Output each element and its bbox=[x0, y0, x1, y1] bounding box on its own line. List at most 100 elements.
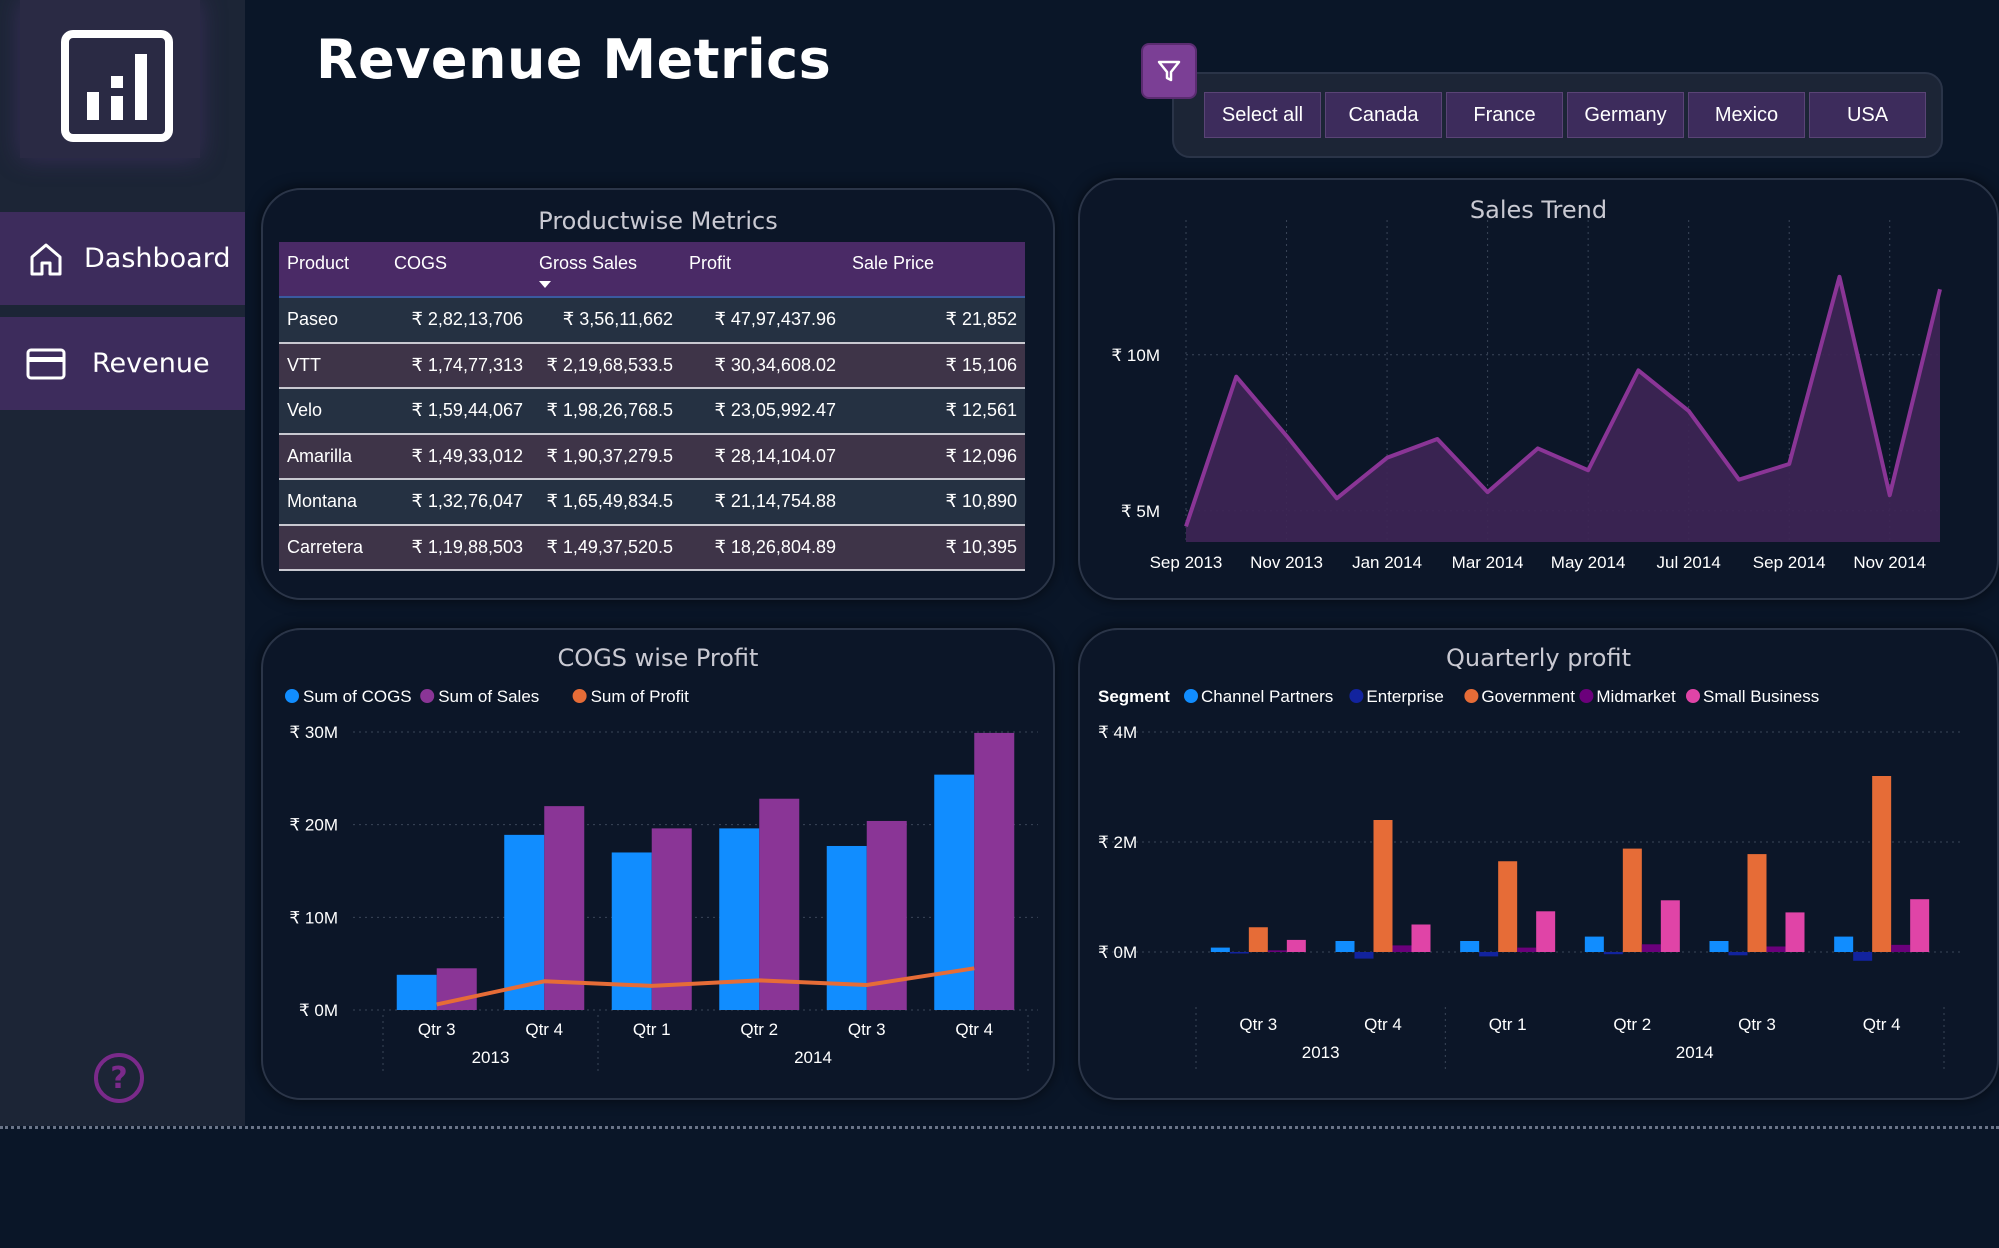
bar bbox=[1785, 912, 1805, 952]
table-cell: ₹ 1,19,88,503 bbox=[386, 524, 531, 571]
table-cell: ₹ 1,74,77,313 bbox=[386, 342, 531, 389]
legend-marker bbox=[1349, 689, 1364, 703]
bar bbox=[1853, 952, 1873, 961]
x-tick-label: Nov 2014 bbox=[1853, 553, 1926, 572]
legend-label: Enterprise bbox=[1366, 687, 1443, 706]
group-label: 2014 bbox=[1676, 1043, 1714, 1062]
y-tick-label: ₹ 20M bbox=[289, 816, 338, 835]
y-tick-label: ₹ 0M bbox=[1098, 943, 1137, 962]
table-cell: Amarilla bbox=[279, 433, 386, 480]
home-icon bbox=[26, 239, 66, 279]
table-row: Velo ₹ 1,59,44,067 ₹ 1,98,26,768.5 ₹ 23,… bbox=[279, 388, 1025, 435]
productwise-metrics-table: Product COGS Gross Sales Profit Sale Pri… bbox=[279, 242, 1025, 571]
bar bbox=[1354, 952, 1374, 959]
page-bottom-divider bbox=[0, 1126, 1999, 1129]
table-cell: ₹ 28,14,104.07 bbox=[681, 433, 844, 480]
bar bbox=[1747, 854, 1767, 952]
bar bbox=[1479, 952, 1499, 957]
column-header-sale-price[interactable]: Sale Price bbox=[844, 242, 1025, 298]
productwise-metrics-title: Productwise Metrics bbox=[538, 207, 778, 235]
bar bbox=[1335, 941, 1355, 952]
x-tick-label: Qtr 1 bbox=[633, 1020, 671, 1039]
y-tick-label: ₹ 10M bbox=[1111, 346, 1160, 365]
cogs-wise-profit-chart: Sum of COGS Sum of Sales Sum of Profit ₹ 0M… bbox=[285, 687, 1038, 1072]
x-tick-label: Qtr 3 bbox=[418, 1020, 456, 1039]
table-cell: ₹ 1,49,33,012 bbox=[386, 433, 531, 480]
column-header-gross-sales[interactable]: Gross Sales bbox=[531, 242, 681, 298]
table-cell: ₹ 30,34,608.02 bbox=[681, 342, 844, 389]
bar bbox=[974, 732, 1015, 1010]
bar bbox=[1603, 952, 1623, 955]
sales-trend-card: Sales Trend Sep 2013 Nov 2013 Jan 2014 Mar … bbox=[1078, 178, 1999, 600]
legend-marker bbox=[1579, 689, 1594, 703]
bar bbox=[1517, 947, 1537, 952]
funnel-icon bbox=[1157, 60, 1181, 82]
bar bbox=[1267, 950, 1287, 952]
bar bbox=[1229, 952, 1249, 954]
logo bbox=[20, 0, 200, 158]
column-header-cogs[interactable]: COGS bbox=[386, 242, 531, 298]
bar bbox=[1460, 941, 1480, 952]
bar bbox=[1641, 944, 1661, 952]
filter-button[interactable] bbox=[1141, 43, 1197, 99]
nav-item-revenue[interactable]: Revenue bbox=[0, 317, 245, 410]
bar bbox=[1709, 941, 1729, 952]
slicer-option-canada[interactable]: Canada bbox=[1325, 92, 1442, 138]
table-cell: ₹ 18,26,804.89 bbox=[681, 524, 844, 571]
bar bbox=[544, 806, 585, 1010]
legend-label: Sum of COGS bbox=[303, 687, 412, 706]
column-header-profit[interactable]: Profit bbox=[681, 242, 844, 298]
bar-chart-icon bbox=[61, 30, 173, 142]
cogs-wise-profit-card: COGS wise Profit Sum of COGS Sum of Sales… bbox=[261, 628, 1055, 1100]
credit-card-icon bbox=[26, 344, 66, 384]
table-cell: Carretera bbox=[279, 524, 386, 571]
column-header-gross-sales-label: Gross Sales bbox=[539, 252, 638, 273]
table-cell: ₹ 47,97,437.96 bbox=[681, 297, 844, 344]
x-tick-label: Sep 2013 bbox=[1150, 553, 1223, 572]
bar bbox=[1373, 820, 1393, 952]
x-tick-label: Qtr 2 bbox=[740, 1020, 778, 1039]
quarterly-profit-chart: Segment Channel Partners Enterprise Governm… bbox=[1098, 687, 1964, 1072]
bar bbox=[1728, 952, 1748, 956]
legend-marker bbox=[1686, 689, 1700, 703]
table-cell: Montana bbox=[279, 479, 386, 526]
table-cell: ₹ 10,395 bbox=[844, 524, 1025, 571]
table-cell: VTT bbox=[279, 342, 386, 389]
bar bbox=[1392, 945, 1412, 952]
legend-label: Small Business bbox=[1703, 687, 1819, 706]
table-cell: ₹ 15,106 bbox=[844, 342, 1025, 389]
bar bbox=[1910, 899, 1930, 952]
table-row: Paseo ₹ 2,82,13,706 ₹ 3,56,11,662 ₹ 47,9… bbox=[279, 297, 1025, 344]
column-header-product[interactable]: Product bbox=[279, 242, 386, 298]
slicer-option-germany[interactable]: Germany bbox=[1567, 92, 1684, 138]
slicer-option-select-all[interactable]: Select all bbox=[1204, 92, 1321, 138]
sidebar: Dashboard Revenue ? bbox=[0, 0, 245, 1126]
bar bbox=[1498, 861, 1518, 952]
table-cell: ₹ 1,32,76,047 bbox=[386, 479, 531, 526]
bar bbox=[1660, 900, 1680, 952]
nav-item-dashboard[interactable]: Dashboard bbox=[0, 212, 245, 305]
x-tick-label: Qtr 4 bbox=[525, 1020, 563, 1039]
slicer-option-usa[interactable]: USA bbox=[1809, 92, 1926, 138]
x-tick-label: Qtr 4 bbox=[1364, 1015, 1402, 1034]
legend-title: Segment bbox=[1098, 687, 1170, 706]
legend-marker bbox=[1464, 689, 1479, 703]
y-tick-label: ₹ 5M bbox=[1121, 502, 1160, 521]
table-cell: ₹ 23,05,992.47 bbox=[681, 388, 844, 435]
table-cell: ₹ 10,890 bbox=[844, 479, 1025, 526]
table-cell: ₹ 3,56,11,662 bbox=[531, 297, 681, 344]
bar bbox=[1248, 927, 1268, 952]
bar bbox=[1834, 936, 1854, 952]
table-cell: Velo bbox=[279, 388, 386, 435]
nav-label-revenue: Revenue bbox=[92, 348, 210, 379]
table-row: Carretera ₹ 1,19,88,503 ₹ 1,49,37,520.5 … bbox=[279, 524, 1025, 571]
table-cell: Paseo bbox=[279, 297, 386, 344]
bar bbox=[1210, 947, 1230, 952]
help-icon[interactable]: ? bbox=[94, 1053, 144, 1103]
legend-marker bbox=[285, 689, 299, 703]
slicer-option-mexico[interactable]: Mexico bbox=[1688, 92, 1805, 138]
country-slicer: Select all Canada France Germany Mexico … bbox=[1172, 72, 1943, 158]
bar bbox=[1622, 848, 1642, 952]
x-tick-label: Qtr 3 bbox=[1738, 1015, 1776, 1034]
slicer-option-france[interactable]: France bbox=[1446, 92, 1563, 138]
